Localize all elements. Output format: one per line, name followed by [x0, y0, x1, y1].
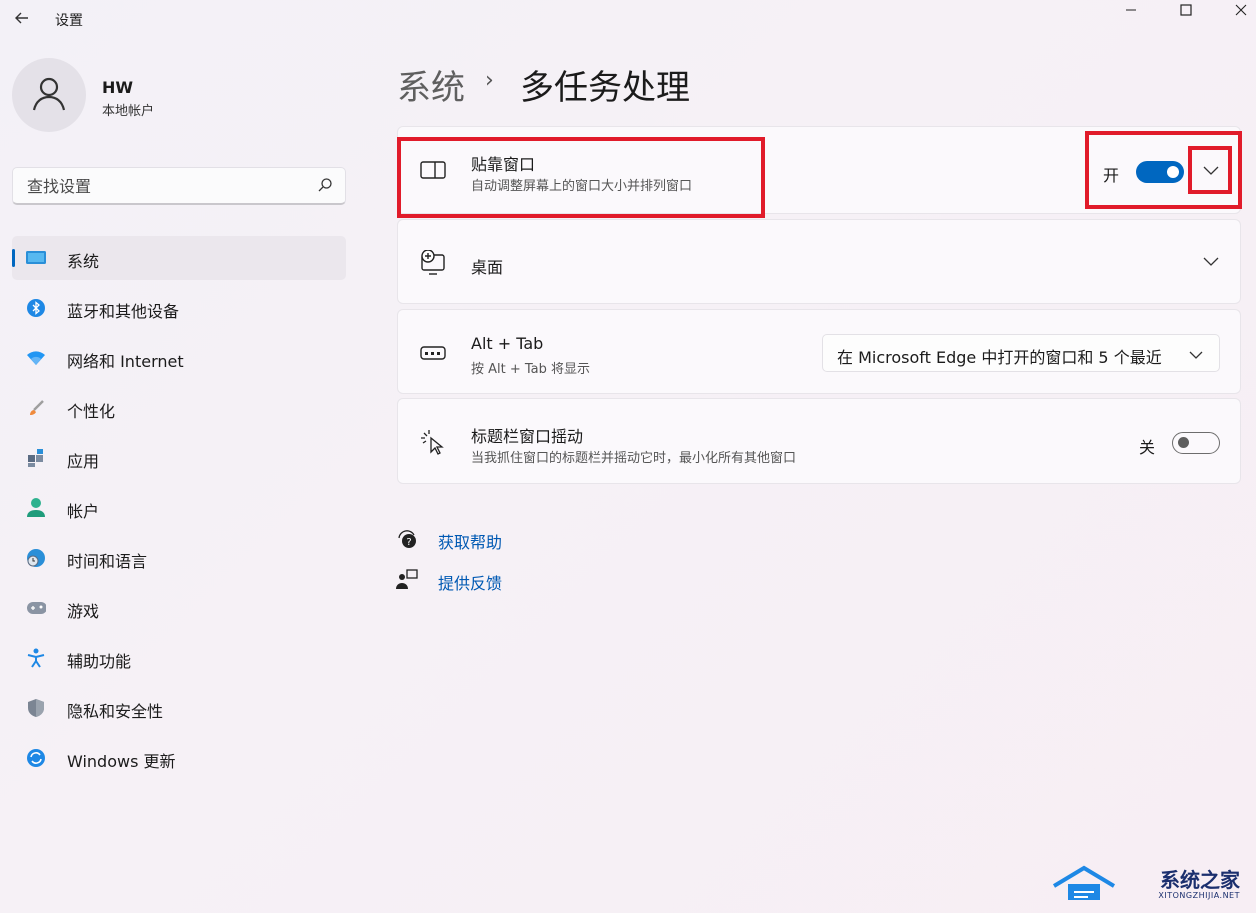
sidebar-item-label: 应用: [67, 452, 100, 471]
cursor-shake-icon: [420, 429, 446, 455]
accessibility-icon: [26, 648, 46, 668]
snap-title: 贴靠窗口: [471, 155, 536, 174]
desktops-title: 桌面: [471, 258, 504, 277]
maximize-icon: [1180, 4, 1192, 20]
sidebar-item-privacy[interactable]: 隐私和安全性: [12, 686, 346, 730]
alt-tab-title: Alt + Tab: [471, 334, 544, 353]
account-icon: [26, 498, 46, 518]
search-box[interactable]: [12, 167, 346, 205]
chevron-down-icon[interactable]: [1201, 252, 1221, 272]
minimize-icon: [1125, 4, 1137, 20]
watermark-house-icon: [1052, 864, 1116, 906]
close-button[interactable]: [1218, 0, 1256, 24]
snap-description: 自动调整屏幕上的窗口大小并排列窗口: [471, 179, 693, 194]
user-name: HW: [102, 78, 134, 97]
maximize-button[interactable]: [1163, 0, 1209, 24]
breadcrumb-separator: ›: [485, 68, 494, 93]
sidebar-item-label: 蓝牙和其他设备: [67, 302, 180, 321]
search-input[interactable]: [25, 176, 309, 197]
toggle-knob: [1167, 166, 1179, 178]
toggle-knob: [1178, 437, 1189, 448]
snap-windows-card[interactable]: 贴靠窗口 自动调整屏幕上的窗口大小并排列窗口 开: [397, 126, 1241, 214]
alt-tab-selected-value: 在 Microsoft Edge 中打开的窗口和 5 个最近: [837, 348, 1162, 367]
close-icon: [1235, 4, 1247, 20]
keyboard-shortcut-icon: [420, 340, 446, 366]
svg-text:?: ?: [406, 537, 411, 548]
chevron-down-icon: [1189, 345, 1205, 361]
sidebar-item-windows-update[interactable]: Windows 更新: [12, 736, 346, 780]
page-title: 多任务处理: [520, 68, 690, 108]
bluetooth-icon: [26, 298, 46, 318]
back-button[interactable]: [8, 6, 36, 34]
apps-icon: [26, 448, 46, 468]
shake-title: 标题栏窗口摇动: [471, 427, 584, 446]
globe-clock-icon: [26, 548, 46, 568]
search-icon[interactable]: [317, 177, 333, 193]
app-title: 设置: [55, 13, 83, 29]
update-icon: [26, 748, 46, 768]
alt-tab-dropdown[interactable]: 在 Microsoft Edge 中打开的窗口和 5 个最近: [822, 334, 1220, 372]
sidebar-item-bluetooth[interactable]: 蓝牙和其他设备: [12, 286, 346, 330]
gamepad-icon: [26, 598, 46, 618]
desktops-card[interactable]: 桌面: [397, 219, 1241, 304]
chevron-down-icon[interactable]: [1201, 161, 1221, 181]
sidebar-item-network[interactable]: 网络和 Internet: [12, 336, 346, 380]
minimize-button[interactable]: [1108, 0, 1154, 24]
alt-tab-card: Alt + Tab 按 Alt + Tab 将显示 在 Microsoft Ed…: [397, 309, 1241, 394]
help-icon: ?: [396, 528, 418, 550]
watermark-name: 系统之家: [1160, 868, 1240, 892]
sidebar-item-label: 网络和 Internet: [67, 352, 184, 371]
watermark-domain: XITONGZHIJIA.NET: [1158, 891, 1240, 900]
brush-icon: [26, 398, 46, 418]
snap-toggle[interactable]: [1136, 161, 1184, 183]
shake-toggle-state: 关: [1139, 438, 1156, 457]
account-type: 本地帐户: [102, 104, 155, 119]
shake-description: 当我抓住窗口的标题栏并摇动它时，最小化所有其他窗口: [471, 451, 797, 466]
send-feedback-link[interactable]: 提供反馈: [438, 570, 502, 594]
sidebar-item-label: 隐私和安全性: [67, 702, 164, 721]
get-help-link[interactable]: 获取帮助: [438, 529, 502, 553]
sidebar-item-accessibility[interactable]: 辅助功能: [12, 636, 346, 680]
shake-toggle[interactable]: [1172, 432, 1220, 454]
sidebar-item-accounts[interactable]: 帐户: [12, 486, 346, 530]
title-bar-shake-card: 标题栏窗口摇动 当我抓住窗口的标题栏并摇动它时，最小化所有其他窗口 关: [397, 398, 1241, 484]
snap-layout-icon: [420, 157, 446, 183]
sidebar-item-label: 辅助功能: [67, 652, 132, 671]
sidebar-item-gaming[interactable]: 游戏: [12, 586, 346, 630]
breadcrumb-root[interactable]: 系统: [397, 60, 465, 109]
sidebar-item-label: 个性化: [67, 402, 116, 421]
wifi-icon: [26, 348, 46, 368]
avatar[interactable]: [12, 58, 86, 132]
alt-tab-description: 按 Alt + Tab 将显示: [471, 362, 591, 377]
feedback-icon: [396, 569, 418, 591]
snap-toggle-state: 开: [1103, 166, 1120, 185]
sidebar-item-label: 时间和语言: [67, 552, 148, 571]
back-arrow-icon: [14, 10, 30, 31]
sidebar-item-label: Windows 更新: [67, 752, 176, 771]
desktop-add-icon: [420, 250, 446, 276]
shield-icon: [26, 698, 46, 718]
sidebar-item-label: 游戏: [67, 602, 100, 621]
sidebar-item-label: 系统: [67, 252, 100, 271]
user-icon: [30, 74, 68, 116]
active-indicator: [12, 249, 15, 267]
sidebar-item-label: 帐户: [67, 502, 100, 521]
sidebar-item-apps[interactable]: 应用: [12, 436, 346, 480]
sidebar-item-personalization[interactable]: 个性化: [12, 386, 346, 430]
sidebar-item-time-language[interactable]: 时间和语言: [12, 536, 346, 580]
system-icon: [26, 248, 46, 268]
sidebar-item-system[interactable]: 系统: [12, 236, 346, 280]
